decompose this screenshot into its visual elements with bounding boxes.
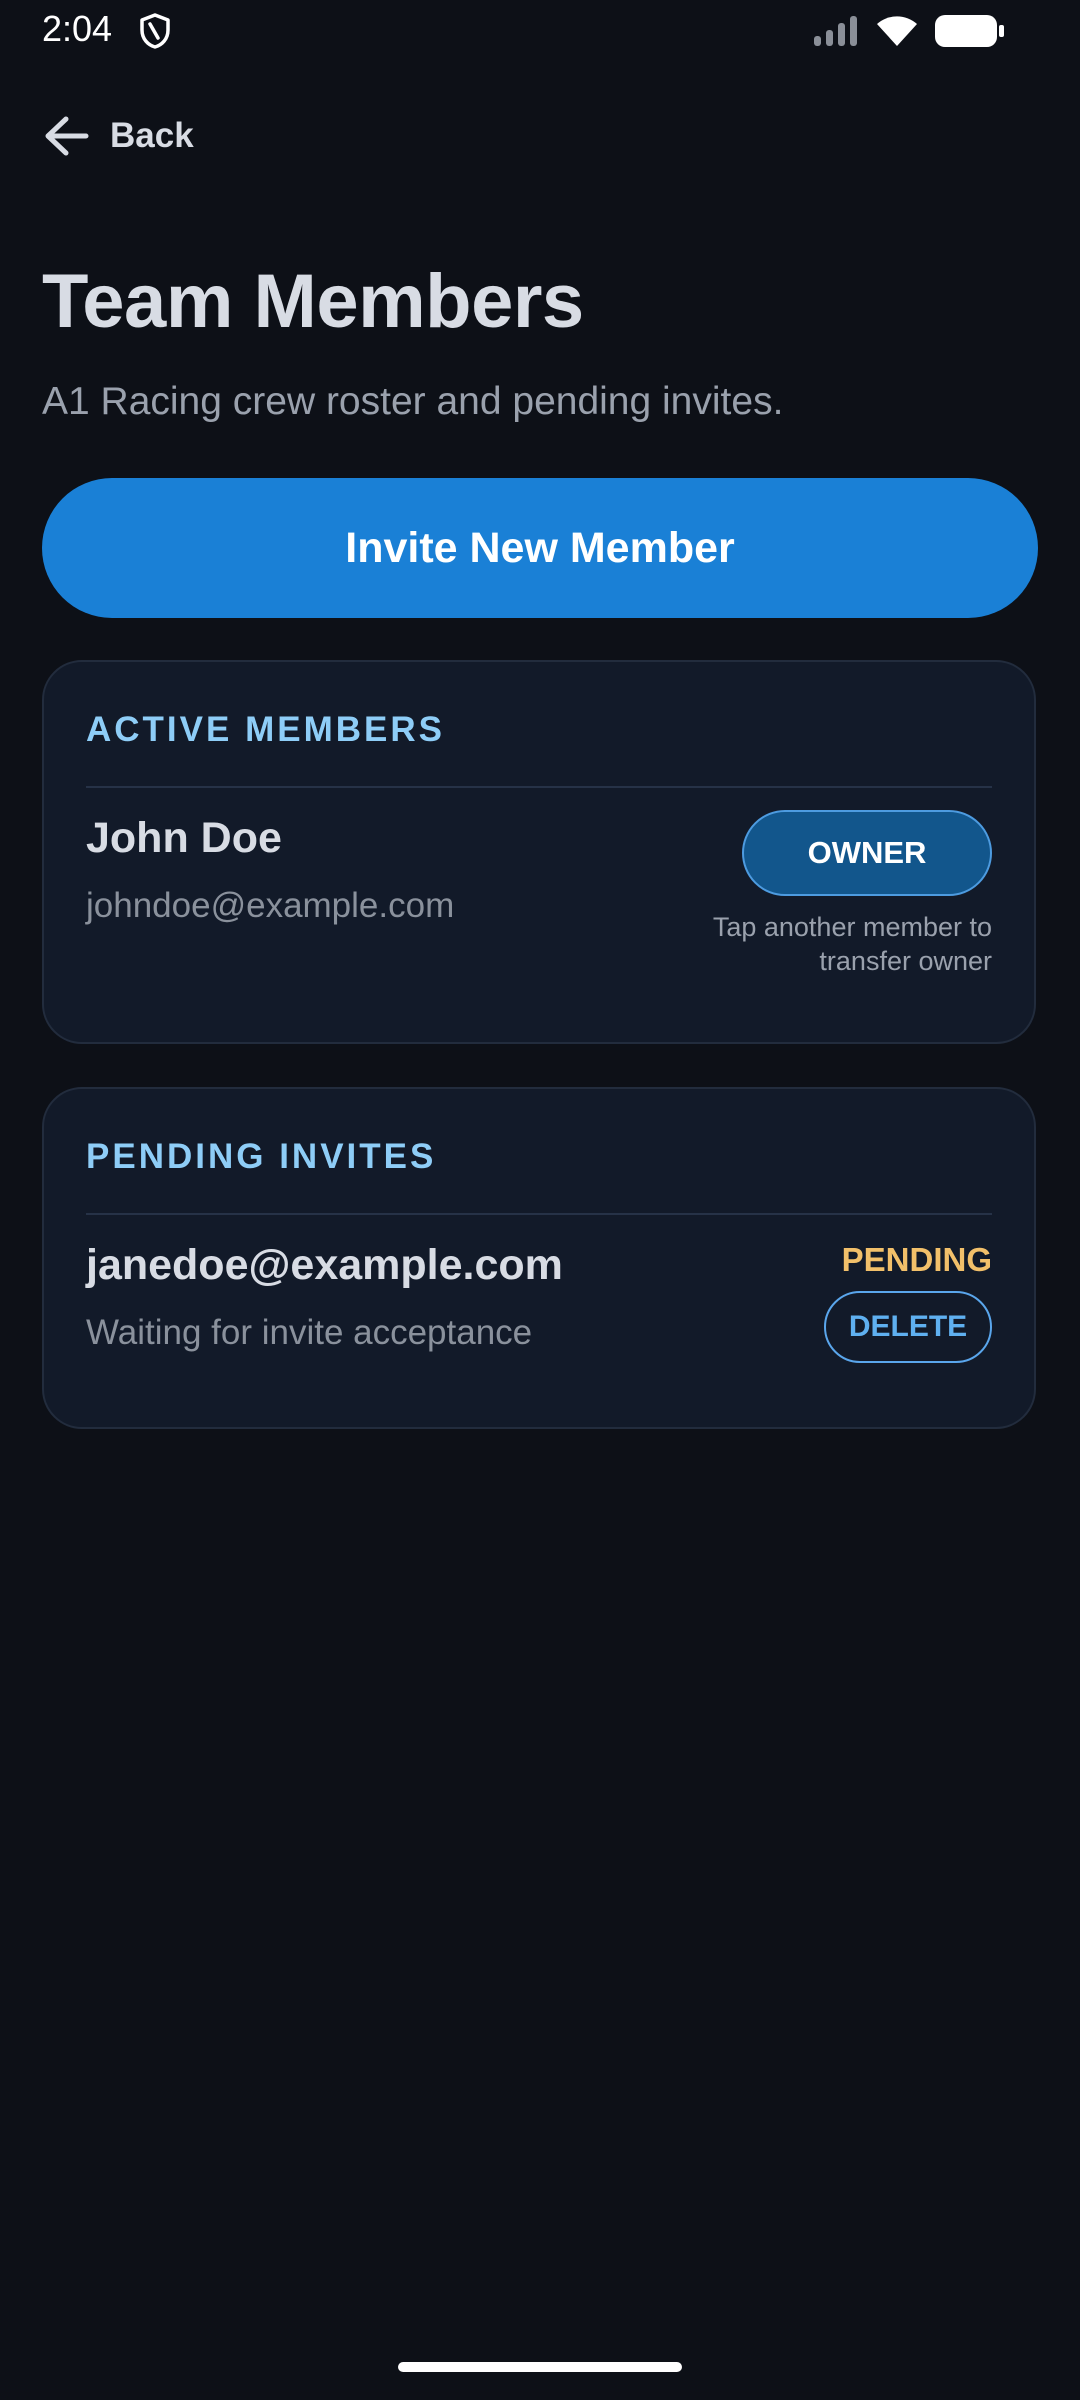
pending-invites-heading: PENDING INVITES [86,1137,437,1176]
invite-new-member-button[interactable]: Invite New Member [42,478,1038,618]
status-time: 2:04 [42,8,113,49]
divider [86,1213,992,1215]
arrow-left-icon [45,116,89,156]
member-email: johndoe@example.com [86,886,455,925]
back-label: Back [110,116,194,155]
delete-invite-button[interactable]: DELETE [824,1291,992,1363]
page-subtitle: A1 Racing crew roster and pending invite… [42,380,784,423]
divider [86,786,992,788]
page-title: Team Members [42,259,584,344]
transfer-owner-hint: Tap another member to transfer owner [712,912,992,976]
team-members-screen: 2:04 Back Team Members A1 Racing crew ro… [0,0,1080,2400]
invite-status-text: Waiting for invite acceptance [86,1313,533,1352]
status-bar: 2:04 [0,0,1080,62]
invite-email: janedoe@example.com [86,1241,563,1289]
battery-icon [935,15,1004,47]
home-indicator[interactable] [398,2362,682,2372]
active-members-heading: ACTIVE MEMBERS [86,710,445,749]
wifi-icon [877,16,917,46]
active-members-card: ACTIVE MEMBERS John Doe johndoe@example.… [42,660,1036,1044]
owner-badge[interactable]: OWNER [742,810,992,896]
shield-icon [140,13,170,49]
back-button[interactable]: Back [42,106,194,166]
pending-status-badge: PENDING [841,1241,992,1278]
pending-invites-card: PENDING INVITES janedoe@example.com Wait… [42,1087,1036,1429]
signal-icon [814,16,857,46]
member-name: John Doe [86,814,282,862]
